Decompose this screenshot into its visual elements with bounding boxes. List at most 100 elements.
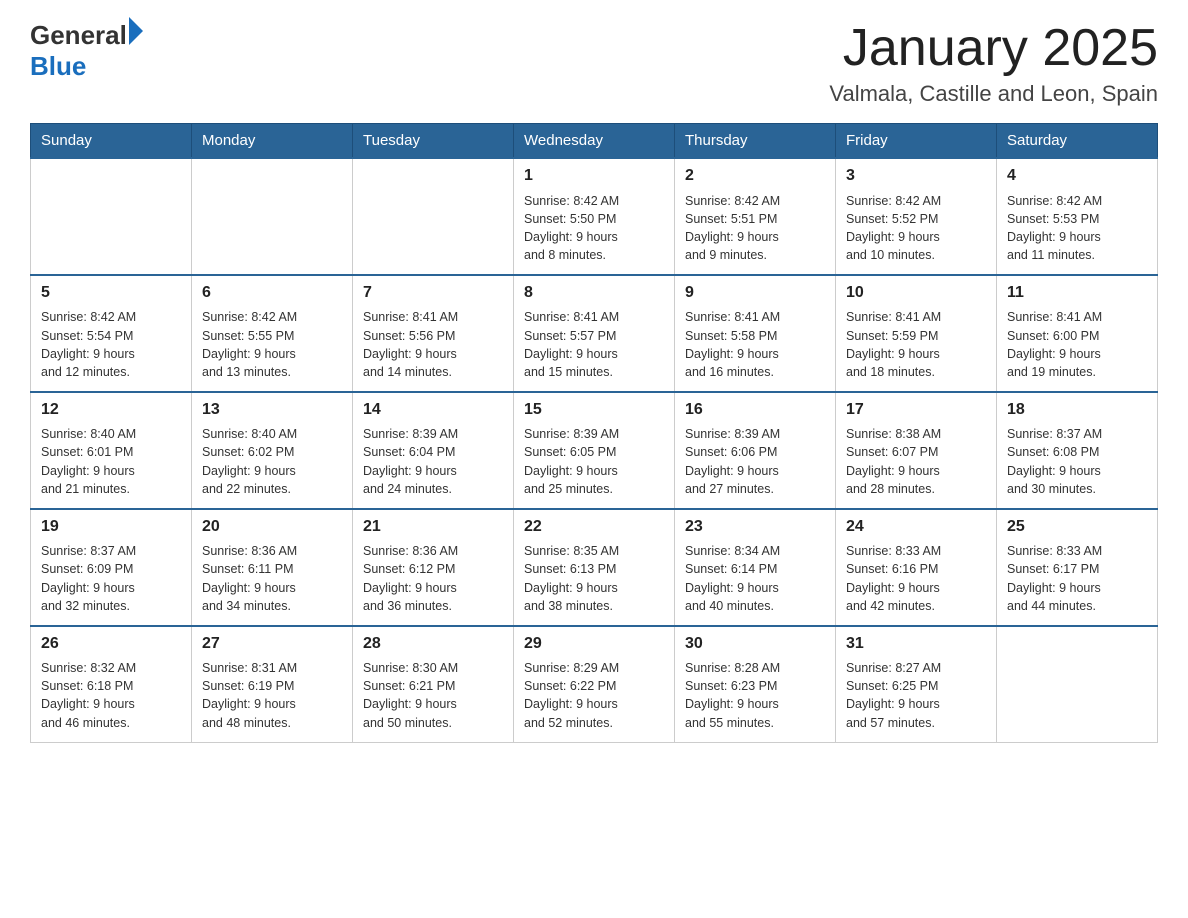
- logo: General Blue: [30, 20, 143, 82]
- day-info: Sunrise: 8:40 AMSunset: 6:02 PMDaylight:…: [202, 425, 342, 498]
- calendar-cell: 9 Sunrise: 8:41 AMSunset: 5:58 PMDaylight…: [675, 275, 836, 392]
- day-number: 25: [1007, 516, 1147, 538]
- day-info: Sunrise: 8:37 AMSunset: 6:09 PMDaylight:…: [41, 542, 181, 615]
- day-info: Sunrise: 8:39 AMSunset: 6:05 PMDaylight:…: [524, 425, 664, 498]
- day-info: Sunrise: 8:37 AMSunset: 6:08 PMDaylight:…: [1007, 425, 1147, 498]
- calendar-cell: [31, 158, 192, 275]
- day-number: 1: [524, 165, 664, 187]
- day-number: 3: [846, 165, 986, 187]
- weekday-header-wednesday: Wednesday: [514, 124, 675, 159]
- day-number: 17: [846, 399, 986, 421]
- day-info: Sunrise: 8:36 AMSunset: 6:11 PMDaylight:…: [202, 542, 342, 615]
- calendar-cell: 7Sunrise: 8:41 AMSunset: 5:56 PMDaylight…: [353, 275, 514, 392]
- calendar-cell: 14 Sunrise: 8:39 AMSunset: 6:04 PMDayligh…: [353, 392, 514, 509]
- calendar-cell: 31Sunrise: 8:27 AMSunset: 6:25 PMDayligh…: [836, 626, 997, 742]
- calendar-cell: 13 Sunrise: 8:40 AMSunset: 6:02 PMDayligh…: [192, 392, 353, 509]
- day-number: 27: [202, 633, 342, 655]
- day-info: Sunrise: 8:39 AMSunset: 6:04 PMDaylight:…: [363, 425, 503, 498]
- day-info: Sunrise: 8:40 AMSunset: 6:01 PMDaylight:…: [41, 425, 181, 498]
- day-info: Sunrise: 8:29 AMSunset: 6:22 PMDaylight:…: [524, 659, 664, 732]
- day-info: Sunrise: 8:41 AMSunset: 6:00 PMDaylight:…: [1007, 308, 1147, 381]
- calendar-cell: 17 Sunrise: 8:38 AMSunset: 6:07 PMDayligh…: [836, 392, 997, 509]
- day-number: 8: [524, 282, 664, 304]
- day-number: 12: [41, 399, 181, 421]
- day-number: 30: [685, 633, 825, 655]
- location-title: Valmala, Castille and Leon, Spain: [829, 81, 1158, 107]
- calendar-cell: 10Sunrise: 8:41 AMSunset: 5:59 PMDayligh…: [836, 275, 997, 392]
- day-number: 13: [202, 399, 342, 421]
- calendar-cell: 18Sunrise: 8:37 AMSunset: 6:08 PMDayligh…: [997, 392, 1158, 509]
- calendar-cell: 23 Sunrise: 8:34 AMSunset: 6:14 PMDayligh…: [675, 509, 836, 626]
- calendar-cell: [997, 626, 1158, 742]
- weekday-header-friday: Friday: [836, 124, 997, 159]
- calendar-week-row: 19 Sunrise: 8:37 AMSunset: 6:09 PMDayligh…: [31, 509, 1158, 626]
- day-number: 24: [846, 516, 986, 538]
- day-number: 11: [1007, 282, 1147, 304]
- day-number: 4: [1007, 165, 1147, 187]
- day-info: Sunrise: 8:41 AMSunset: 5:57 PMDaylight:…: [524, 308, 664, 381]
- calendar-cell: [192, 158, 353, 275]
- weekday-header-row: SundayMondayTuesdayWednesdayThursdayFrid…: [31, 124, 1158, 159]
- calendar-cell: 29 Sunrise: 8:29 AMSunset: 6:22 PMDayligh…: [514, 626, 675, 742]
- page-header: General Blue January 2025 Valmala, Casti…: [30, 20, 1158, 107]
- calendar-cell: 1Sunrise: 8:42 AMSunset: 5:50 PMDaylight…: [514, 158, 675, 275]
- calendar-cell: 4 Sunrise: 8:42 AMSunset: 5:53 PMDaylight…: [997, 158, 1158, 275]
- day-info: Sunrise: 8:39 AMSunset: 6:06 PMDaylight:…: [685, 425, 825, 498]
- day-number: 28: [363, 633, 503, 655]
- day-number: 19: [41, 516, 181, 538]
- calendar-cell: 21 Sunrise: 8:36 AMSunset: 6:12 PMDayligh…: [353, 509, 514, 626]
- day-number: 15: [524, 399, 664, 421]
- day-info: Sunrise: 8:42 AMSunset: 5:55 PMDaylight:…: [202, 308, 342, 381]
- weekday-header-tuesday: Tuesday: [353, 124, 514, 159]
- day-info: Sunrise: 8:35 AMSunset: 6:13 PMDaylight:…: [524, 542, 664, 615]
- calendar-cell: 22 Sunrise: 8:35 AMSunset: 6:13 PMDayligh…: [514, 509, 675, 626]
- calendar-cell: 26Sunrise: 8:32 AMSunset: 6:18 PMDayligh…: [31, 626, 192, 742]
- calendar-cell: 24 Sunrise: 8:33 AMSunset: 6:16 PMDayligh…: [836, 509, 997, 626]
- weekday-header-sunday: Sunday: [31, 124, 192, 159]
- day-info: Sunrise: 8:42 AMSunset: 5:54 PMDaylight:…: [41, 308, 181, 381]
- day-info: Sunrise: 8:36 AMSunset: 6:12 PMDaylight:…: [363, 542, 503, 615]
- calendar-cell: 19 Sunrise: 8:37 AMSunset: 6:09 PMDayligh…: [31, 509, 192, 626]
- day-number: 29: [524, 633, 664, 655]
- day-info: Sunrise: 8:27 AMSunset: 6:25 PMDaylight:…: [846, 659, 986, 732]
- day-number: 9: [685, 282, 825, 304]
- calendar-cell: 3 Sunrise: 8:42 AMSunset: 5:52 PMDaylight…: [836, 158, 997, 275]
- calendar-cell: 15 Sunrise: 8:39 AMSunset: 6:05 PMDayligh…: [514, 392, 675, 509]
- day-info: Sunrise: 8:42 AMSunset: 5:52 PMDaylight:…: [846, 192, 986, 265]
- title-area: January 2025 Valmala, Castille and Leon,…: [829, 20, 1158, 107]
- calendar-cell: 27Sunrise: 8:31 AMSunset: 6:19 PMDayligh…: [192, 626, 353, 742]
- weekday-header-saturday: Saturday: [997, 124, 1158, 159]
- day-info: Sunrise: 8:28 AMSunset: 6:23 PMDaylight:…: [685, 659, 825, 732]
- day-number: 14: [363, 399, 503, 421]
- logo-triangle-icon: [129, 17, 143, 45]
- day-number: 5: [41, 282, 181, 304]
- calendar-cell: 25Sunrise: 8:33 AMSunset: 6:17 PMDayligh…: [997, 509, 1158, 626]
- day-info: Sunrise: 8:33 AMSunset: 6:16 PMDaylight:…: [846, 542, 986, 615]
- weekday-header-monday: Monday: [192, 124, 353, 159]
- day-info: Sunrise: 8:42 AMSunset: 5:53 PMDaylight:…: [1007, 192, 1147, 265]
- day-number: 26: [41, 633, 181, 655]
- calendar-header: SundayMondayTuesdayWednesdayThursdayFrid…: [31, 124, 1158, 159]
- day-info: Sunrise: 8:38 AMSunset: 6:07 PMDaylight:…: [846, 425, 986, 498]
- weekday-header-thursday: Thursday: [675, 124, 836, 159]
- calendar-week-row: 26Sunrise: 8:32 AMSunset: 6:18 PMDayligh…: [31, 626, 1158, 742]
- calendar-cell: 16 Sunrise: 8:39 AMSunset: 6:06 PMDayligh…: [675, 392, 836, 509]
- day-number: 20: [202, 516, 342, 538]
- day-info: Sunrise: 8:30 AMSunset: 6:21 PMDaylight:…: [363, 659, 503, 732]
- day-number: 21: [363, 516, 503, 538]
- month-title: January 2025: [829, 20, 1158, 77]
- day-number: 16: [685, 399, 825, 421]
- calendar-cell: 11 Sunrise: 8:41 AMSunset: 6:00 PMDayligh…: [997, 275, 1158, 392]
- calendar-cell: 30 Sunrise: 8:28 AMSunset: 6:23 PMDayligh…: [675, 626, 836, 742]
- day-number: 6: [202, 282, 342, 304]
- day-number: 10: [846, 282, 986, 304]
- calendar-cell: 12 Sunrise: 8:40 AMSunset: 6:01 PMDayligh…: [31, 392, 192, 509]
- day-info: Sunrise: 8:42 AMSunset: 5:51 PMDaylight:…: [685, 192, 825, 265]
- calendar-week-row: 5 Sunrise: 8:42 AMSunset: 5:54 PMDaylight…: [31, 275, 1158, 392]
- day-info: Sunrise: 8:34 AMSunset: 6:14 PMDaylight:…: [685, 542, 825, 615]
- day-number: 7: [363, 282, 503, 304]
- day-number: 22: [524, 516, 664, 538]
- day-info: Sunrise: 8:41 AMSunset: 5:58 PMDaylight:…: [685, 308, 825, 381]
- calendar-cell: 8 Sunrise: 8:41 AMSunset: 5:57 PMDaylight…: [514, 275, 675, 392]
- day-number: 23: [685, 516, 825, 538]
